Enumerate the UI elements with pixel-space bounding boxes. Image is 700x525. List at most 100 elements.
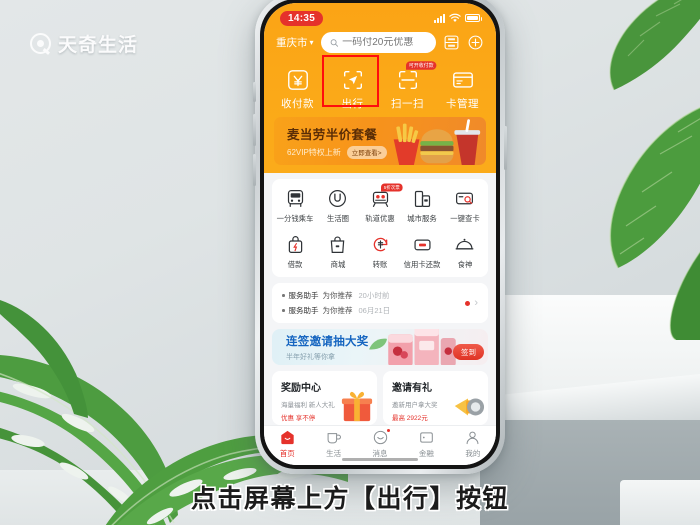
tab-home[interactable]: 首页 [264, 429, 310, 459]
transfer-icon [373, 237, 387, 252]
phone-device: 14:35 重庆市 ▾ 一码付20元优惠 收付款 出行 可开收付款 扫一扫 卡管… [253, 0, 507, 474]
city-service-icon [414, 190, 431, 207]
leaf-left-upper [0, 300, 90, 420]
status-icons [434, 13, 482, 23]
notice-item[interactable]: 服务助手 为你推荐 20小时前 [282, 290, 465, 301]
wifi-icon [449, 13, 461, 22]
finance-icon [420, 432, 433, 443]
shortcut-mall[interactable]: 商城 [316, 234, 358, 270]
bullet-icon [282, 309, 285, 312]
shortcut-label: 商城 [330, 260, 345, 269]
quick-action-label: 卡管理 [446, 98, 479, 110]
lottery-banner[interactable]: 连签邀请抽大奖 半年好礼等你拿 签到 [272, 329, 488, 365]
transit-navigate-icon [343, 71, 362, 89]
reward-cards-row: 奖励中心 海量福利 新人大礼 优惠 享不停 邀请有礼 邀新用户拿大奖 最高 29… [272, 371, 488, 425]
app-header: 14:35 重庆市 ▾ 一码付20元优惠 收付款 出行 可开收付款 扫一扫 卡管… [264, 3, 496, 173]
shortcut-label: 城市服务 [407, 214, 438, 223]
chevron-right-icon[interactable]: › [474, 297, 478, 309]
shortcut-label: 一分钱乘车 [276, 214, 314, 223]
plus-circle-icon[interactable] [467, 34, 484, 51]
quick-action-label: 收付款 [281, 98, 314, 110]
quick-action-transit[interactable]: 出行 [325, 64, 380, 113]
shortcut-transfer[interactable]: 转账 [359, 234, 401, 270]
person-icon [466, 431, 479, 445]
leaf-lower-right [640, 190, 700, 340]
search-box[interactable] [320, 32, 436, 53]
shortcut-life-circle[interactable]: 生活圈 [316, 188, 358, 224]
search-input[interactable] [342, 37, 427, 48]
tab-life[interactable]: 生活 [310, 429, 356, 459]
notice-source: 服务助手 [288, 306, 319, 315]
phone-volume-down-button[interactable] [253, 154, 256, 186]
credit-repay-icon [414, 239, 431, 251]
promo-banner[interactable]: 麦当劳半价套餐 62VIP特权上新 立即查看> [274, 117, 486, 165]
phone-bezel: 14:35 重庆市 ▾ 一码付20元优惠 收付款 出行 可开收付款 扫一扫 卡管… [260, 0, 500, 469]
invite-card[interactable]: 邀请有礼 邀新用户拿大奖 最高 2922元 [383, 371, 488, 425]
quick-actions: 收付款 出行 可开收付款 扫一扫 卡管理 [264, 53, 496, 115]
quick-action-badge: 可开收付款 [405, 61, 436, 71]
scan-code-icon[interactable] [443, 34, 460, 51]
promo-banner-cta[interactable]: 立即查看> [346, 145, 387, 159]
tab-label: 生活 [326, 449, 342, 458]
search-icon [330, 38, 338, 47]
shortcut-label: 信用卡还款 [404, 260, 441, 269]
shortcut-food[interactable]: 食神 [444, 234, 486, 270]
chevron-down-icon: ▾ [309, 38, 314, 47]
phone-power-button[interactable] [504, 126, 507, 170]
message-badge-icon [385, 428, 391, 433]
notice-time: 06月21日 [358, 306, 391, 315]
instruction-caption: 点击屏幕上方【出行】按钮 [190, 484, 509, 513]
search-row: 重庆市 ▾ [264, 29, 496, 53]
signal-bars-icon [434, 13, 445, 23]
notice-source: 服务助手 [288, 291, 319, 300]
quick-action-card[interactable]: 卡管理 [435, 64, 490, 113]
status-clock: 14:35 [280, 10, 324, 26]
scene-root: 天奇生活 14:35 重庆市 ▾ 一码付20元优惠 收付款 出行 可开收付款 扫… [0, 0, 700, 525]
city-label: 重庆市 [276, 37, 308, 49]
shortcut-city-service[interactable]: 城市服务 [401, 188, 443, 224]
cup-icon [327, 433, 342, 444]
city-selector[interactable]: 重庆市 ▾ [276, 35, 314, 50]
life-circle-icon [329, 190, 347, 207]
notice-actions[interactable]: › [465, 297, 478, 309]
quick-action-scan[interactable]: 可开收付款 扫一扫 [380, 61, 436, 113]
shortcut-bus[interactable]: 一分钱乘车 [274, 188, 316, 224]
lottery-signin-button[interactable]: 签到 [453, 344, 484, 360]
shortcut-label: 生活圈 [326, 214, 349, 223]
phone-volume-up-button[interactable] [253, 114, 256, 146]
tab-messages[interactable]: 消息 [357, 428, 403, 459]
card-manage-icon [452, 72, 473, 88]
shortcut-credit-repay[interactable]: 信用卡还款 [401, 234, 443, 270]
promo-banner-subtitle: 62VIP特权上新 [287, 147, 341, 157]
watermark-label: 天奇生活 [58, 35, 139, 56]
notice-card[interactable]: 服务助手 为你推荐 20小时前 服务助手 为你推荐 06月21日 › [272, 283, 488, 323]
card-search-icon [456, 192, 474, 205]
shortcut-loan[interactable]: 借款 [274, 234, 316, 270]
app-body: 一分钱乘车 生活圈 5折次票 轨道优惠 城市服务 一键查卡 借款 商城 转账 信… [264, 173, 496, 425]
shortcut-badge: 5折次票 [380, 183, 403, 192]
reward-center-card[interactable]: 奖励中心 海量福利 新人大礼 优惠 享不停 [272, 371, 377, 425]
gift-package-icon [388, 329, 456, 365]
notice-time: 20小时前 [358, 291, 390, 300]
pay-receive-icon [287, 70, 308, 90]
tab-label: 首页 [279, 449, 295, 458]
notice-message: 为你推荐 [322, 306, 353, 315]
phone-mute-switch[interactable] [253, 82, 256, 102]
shortcut-grid-row-2: 借款 商城 转账 信用卡还款 食神 [274, 234, 486, 270]
gift-box-icon [341, 391, 373, 422]
shortcut-card-search[interactable]: 一键查卡 [444, 188, 486, 224]
tab-mine[interactable]: 我的 [450, 429, 496, 459]
burger-fries-drink-icon [393, 119, 481, 165]
shortcut-label: 轨道优惠 [365, 214, 395, 223]
tab-label: 金融 [418, 449, 434, 458]
watermark: 天奇生活 [30, 30, 138, 57]
megaphone-icon [454, 398, 485, 416]
notice-message: 为你推荐 [322, 291, 353, 300]
scan-frame-icon [398, 71, 417, 89]
tab-finance[interactable]: 金融 [403, 429, 449, 459]
notice-item[interactable]: 服务助手 为你推荐 06月21日 [282, 305, 465, 316]
shortcut-metro[interactable]: 5折次票 轨道优惠 [359, 183, 403, 224]
quick-action-pay[interactable]: 收付款 [270, 64, 325, 113]
shortcut-label: 一键查卡 [450, 214, 480, 223]
home-icon [281, 430, 294, 445]
